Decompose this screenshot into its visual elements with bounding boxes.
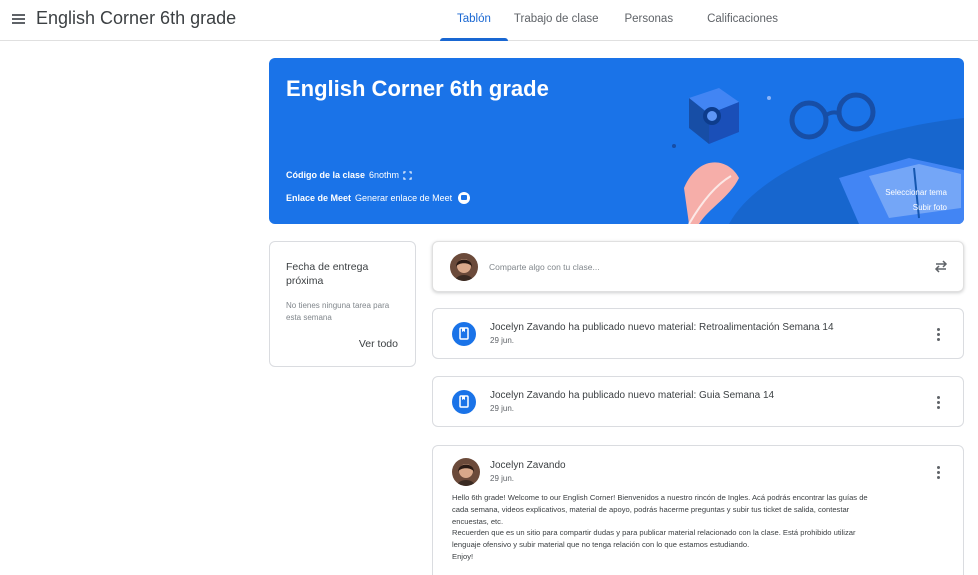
upload-photo-link[interactable]: Subir foto	[913, 203, 947, 212]
post-author: Jocelyn Zavando	[490, 460, 566, 471]
post-body: Hello 6th grade! Welcome to our English …	[452, 492, 957, 563]
post-body-line: Enjoy!	[452, 551, 474, 561]
more-vert-icon[interactable]	[933, 394, 943, 410]
top-app-bar: English Corner 6th grade Tablón Trabajo …	[0, 0, 978, 41]
fullscreen-icon[interactable]	[403, 170, 412, 180]
post-body-line: encuestas, etc.	[452, 516, 504, 526]
meet-label: Enlace de Meet	[286, 193, 352, 203]
class-code-value[interactable]: 6nothm	[369, 170, 399, 180]
post-body-line: Hello 6th grade! Welcome to our English …	[452, 493, 868, 502]
tab-classwork[interactable]: Trabajo de clase	[508, 0, 615, 41]
repost-icon[interactable]	[933, 258, 949, 274]
more-vert-icon[interactable]	[933, 464, 943, 480]
material-book-icon[interactable]	[452, 390, 476, 414]
class-banner: English Corner 6th grade Código de la cl…	[269, 58, 964, 224]
material-book-icon[interactable]	[452, 322, 476, 346]
tab-bar: Tablón Trabajo de clase Personas Calific…	[440, 0, 795, 41]
view-all-link[interactable]: Ver todo	[359, 338, 398, 350]
upcoming-empty-text: No tienes ninguna tarea para esta semana	[286, 301, 390, 322]
avatar	[452, 458, 480, 486]
select-theme-link[interactable]: Seleccionar tema	[885, 188, 947, 197]
class-code-label: Código de la clase	[286, 170, 366, 180]
banner-illustration	[672, 88, 964, 224]
share-box[interactable]: Comparte algo con tu clase...	[432, 241, 964, 292]
class-code-row: Código de la clase 6nothm	[286, 170, 412, 180]
stream-item[interactable]: Jocelyn Zavando ha publicado nuevo mater…	[432, 308, 964, 359]
post-body-line: Recuerden que es un sitio para compartir…	[452, 528, 856, 538]
post-date: 29 jun.	[490, 474, 515, 483]
tab-grades[interactable]: Calificaciones	[690, 0, 795, 41]
upcoming-card: Fecha de entrega próxima No tienes ningu…	[269, 241, 416, 367]
video-camera-icon[interactable]	[458, 192, 471, 204]
stream-item[interactable]: Jocelyn Zavando ha publicado nuevo mater…	[432, 376, 964, 427]
tab-stream[interactable]: Tablón	[440, 0, 508, 41]
share-input-placeholder[interactable]: Comparte algo con tu clase...	[489, 262, 600, 272]
announcement-post: Jocelyn Zavando 29 jun. Hello 6th grade!…	[432, 445, 964, 575]
app-title[interactable]: English Corner 6th grade	[36, 8, 236, 29]
meet-row: Enlace de Meet Generar enlace de Meet	[286, 192, 471, 204]
stream-item-date: 29 jun.	[490, 404, 515, 413]
upcoming-title: Fecha de entrega próxima	[286, 261, 369, 287]
menu-icon[interactable]	[8, 8, 30, 30]
stream-item-date: 29 jun.	[490, 336, 515, 345]
stream-item-title[interactable]: Jocelyn Zavando ha publicado nuevo mater…	[490, 390, 774, 401]
tab-people[interactable]: Personas	[614, 0, 690, 41]
more-vert-icon[interactable]	[933, 326, 943, 342]
stream-item-title[interactable]: Jocelyn Zavando ha publicado nuevo mater…	[490, 322, 834, 333]
generate-meet-link[interactable]: Generar enlace de Meet	[355, 193, 452, 203]
avatar	[450, 253, 478, 281]
post-body-line: lenguaje ofensivo y subir material que n…	[452, 540, 750, 550]
post-body-line: cada semana, videos explicativos, materi…	[452, 504, 850, 514]
class-title: English Corner 6th grade	[286, 76, 549, 101]
